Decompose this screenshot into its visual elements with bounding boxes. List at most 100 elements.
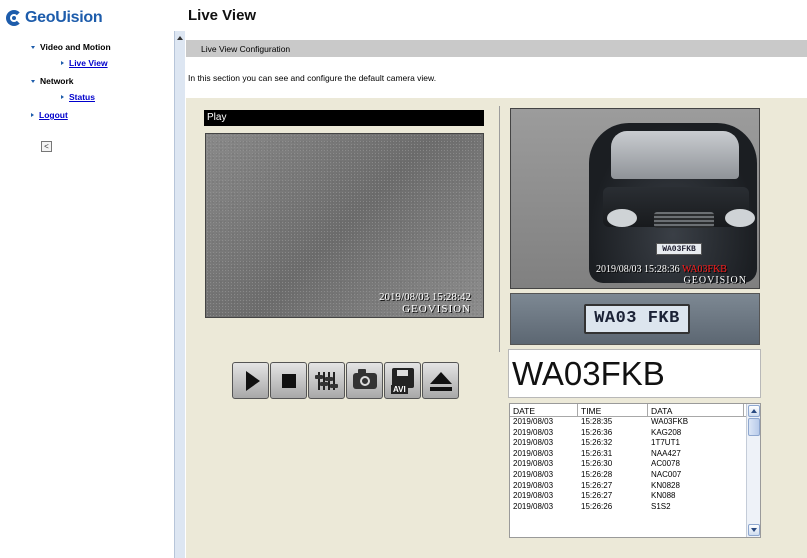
car-plate: WA03FKB <box>656 243 702 255</box>
settings-button[interactable] <box>308 362 345 399</box>
cell-data: KN088 <box>651 491 676 501</box>
expanded-bullet-icon <box>31 79 35 83</box>
cell-time: 15:28:35 <box>581 417 613 426</box>
eject-button[interactable] <box>422 362 459 399</box>
table-row[interactable]: 2019/08/03 15:26:32 1T7UT1 <box>510 438 760 449</box>
column-header-data[interactable]: DATA <box>648 404 744 416</box>
car-windshield <box>611 131 739 179</box>
snapshot-time-text: 2019/08/03 15:28:36 <box>596 264 680 275</box>
plate-crop-text: WA03 FKB <box>584 304 690 334</box>
stop-button[interactable] <box>270 362 307 399</box>
snapshot-plate-overlay: WA03FKB <box>681 264 727 275</box>
scroll-thumb[interactable] <box>748 418 760 436</box>
arrow-bullet-icon <box>61 61 64 65</box>
recognition-log-table[interactable]: DATE TIME DATA 2019/08/03 15:28:35 WA03FKB… <box>509 403 761 538</box>
chevron-up-icon <box>751 409 757 413</box>
camera-icon <box>352 368 377 389</box>
record-avi-button[interactable]: AVI <box>384 362 421 399</box>
plate-crop-view: WA03 FKB <box>510 293 760 345</box>
video-watermark: GEOVISION <box>402 303 471 315</box>
cell-date: 2019/08/03 <box>513 491 554 501</box>
collapse-menu-button[interactable]: < <box>41 141 52 152</box>
cell-time: 15:26:30 <box>581 459 613 469</box>
cell-date: 2019/08/03 <box>513 501 554 511</box>
video-timestamp: 2019/08/03 15:28:42 <box>379 291 471 303</box>
cell-time: 15:26:27 <box>581 491 613 501</box>
cell-time: 15:26:27 <box>581 480 613 490</box>
cell-time: 15:26:31 <box>581 448 613 458</box>
stop-icon <box>281 373 296 388</box>
cell-data: S1S2 <box>651 501 671 511</box>
cell-date: 2019/08/03 <box>513 459 554 469</box>
lpr-snapshot-view: WA03FKB 2019/08/03 15:28:36 WA03FKB GEOV… <box>510 108 760 289</box>
sliders-icon <box>315 371 338 390</box>
geovision-logo-icon <box>6 9 24 27</box>
cell-data: WA03FKB <box>651 417 689 426</box>
cell-date: 2019/08/03 <box>513 480 554 490</box>
nav-link-live-view[interactable]: Live View <box>69 58 108 68</box>
snapshot-button[interactable] <box>346 362 383 399</box>
playback-controls: AVI <box>232 362 459 399</box>
cell-date: 2019/08/03 <box>513 469 554 479</box>
table-row[interactable]: 2019/08/03 15:26:30 AC0078 <box>510 459 760 470</box>
table-row[interactable]: 2019/08/03 15:26:27 KN088 <box>510 491 760 502</box>
recognized-plate-number: WA03FKB <box>508 349 761 398</box>
car-headlight-right <box>725 209 755 227</box>
cell-time: 15:26:26 <box>581 501 613 511</box>
play-button[interactable] <box>232 362 269 399</box>
cell-time: 15:26:28 <box>581 469 613 479</box>
nav-live-view[interactable]: Live View <box>61 58 108 68</box>
scroll-up-icon[interactable] <box>177 36 183 40</box>
car-headlight-left <box>607 209 637 227</box>
cell-time: 15:26:36 <box>581 427 613 437</box>
nav-logout[interactable]: Logout <box>31 110 68 120</box>
arrow-bullet-icon <box>61 95 64 99</box>
page-title: Live View <box>188 7 257 24</box>
nav-status[interactable]: Status <box>61 92 95 102</box>
nav-network[interactable]: Network <box>31 76 74 86</box>
section-description: In this section you can see and configur… <box>188 73 437 83</box>
panel-divider <box>499 106 500 352</box>
logo-text: GeoUision <box>25 9 103 26</box>
nav-video-and-motion[interactable]: Video and Motion <box>31 42 111 52</box>
nav-label: Video and Motion <box>40 42 111 52</box>
cell-data: AC0078 <box>651 459 680 469</box>
table-row[interactable]: 2019/08/03 15:26:28 NAC007 <box>510 470 760 481</box>
column-header-date[interactable]: DATE <box>510 404 578 416</box>
snapshot-watermark: GEOVISION <box>683 275 747 286</box>
eject-icon <box>429 371 452 384</box>
cell-date: 2019/08/03 <box>513 448 554 458</box>
snapshot-timestamp: 2019/08/03 15:28:36 WA03FKB <box>596 264 727 275</box>
main-video-view[interactable]: 2019/08/03 15:28:42 GEOVISION <box>205 133 484 318</box>
cell-data: KAG208 <box>651 427 682 437</box>
nav-label: Network <box>40 76 74 86</box>
scroll-down-button[interactable] <box>748 524 760 536</box>
table-row[interactable]: 2019/08/03 15:26:36 KAG208 <box>510 428 760 439</box>
table-row[interactable]: 2019/08/03 15:26:26 S1S2 <box>510 502 760 513</box>
chevron-down-icon <box>751 528 757 532</box>
cell-date: 2019/08/03 <box>513 427 554 437</box>
cell-date: 2019/08/03 <box>513 438 554 448</box>
table-scrollbar[interactable] <box>746 404 760 537</box>
expanded-bullet-icon <box>31 45 35 49</box>
cell-time: 15:26:32 <box>581 438 613 448</box>
car-grille <box>654 212 714 228</box>
avi-label: AVI <box>391 385 408 394</box>
column-header-time[interactable]: TIME <box>578 404 648 416</box>
table-header: DATE TIME DATA <box>510 404 760 417</box>
table-row[interactable]: 2019/08/03 15:26:31 NAA427 <box>510 449 760 460</box>
nav-link-status[interactable]: Status <box>69 92 95 102</box>
section-header-bar: Live View Configuration <box>186 40 807 57</box>
section-title: Live View Configuration <box>201 44 291 54</box>
sidebar: GeoUision Video and Motion Live View Net… <box>0 0 174 558</box>
frame-scrollbar[interactable] <box>174 31 185 558</box>
video-noise <box>206 134 483 317</box>
table-row[interactable]: 2019/08/03 15:26:27 KN0828 <box>510 481 760 492</box>
cell-data: 1T7UT1 <box>651 438 680 448</box>
scroll-up-button[interactable] <box>748 405 760 417</box>
nav-link-logout[interactable]: Logout <box>39 110 68 120</box>
arrow-bullet-icon <box>31 113 34 117</box>
table-row[interactable]: 2019/08/03 15:28:35 WA03FKB <box>510 417 760 428</box>
geovision-logo: GeoUision <box>6 9 103 27</box>
cell-data: NAA427 <box>651 448 681 458</box>
